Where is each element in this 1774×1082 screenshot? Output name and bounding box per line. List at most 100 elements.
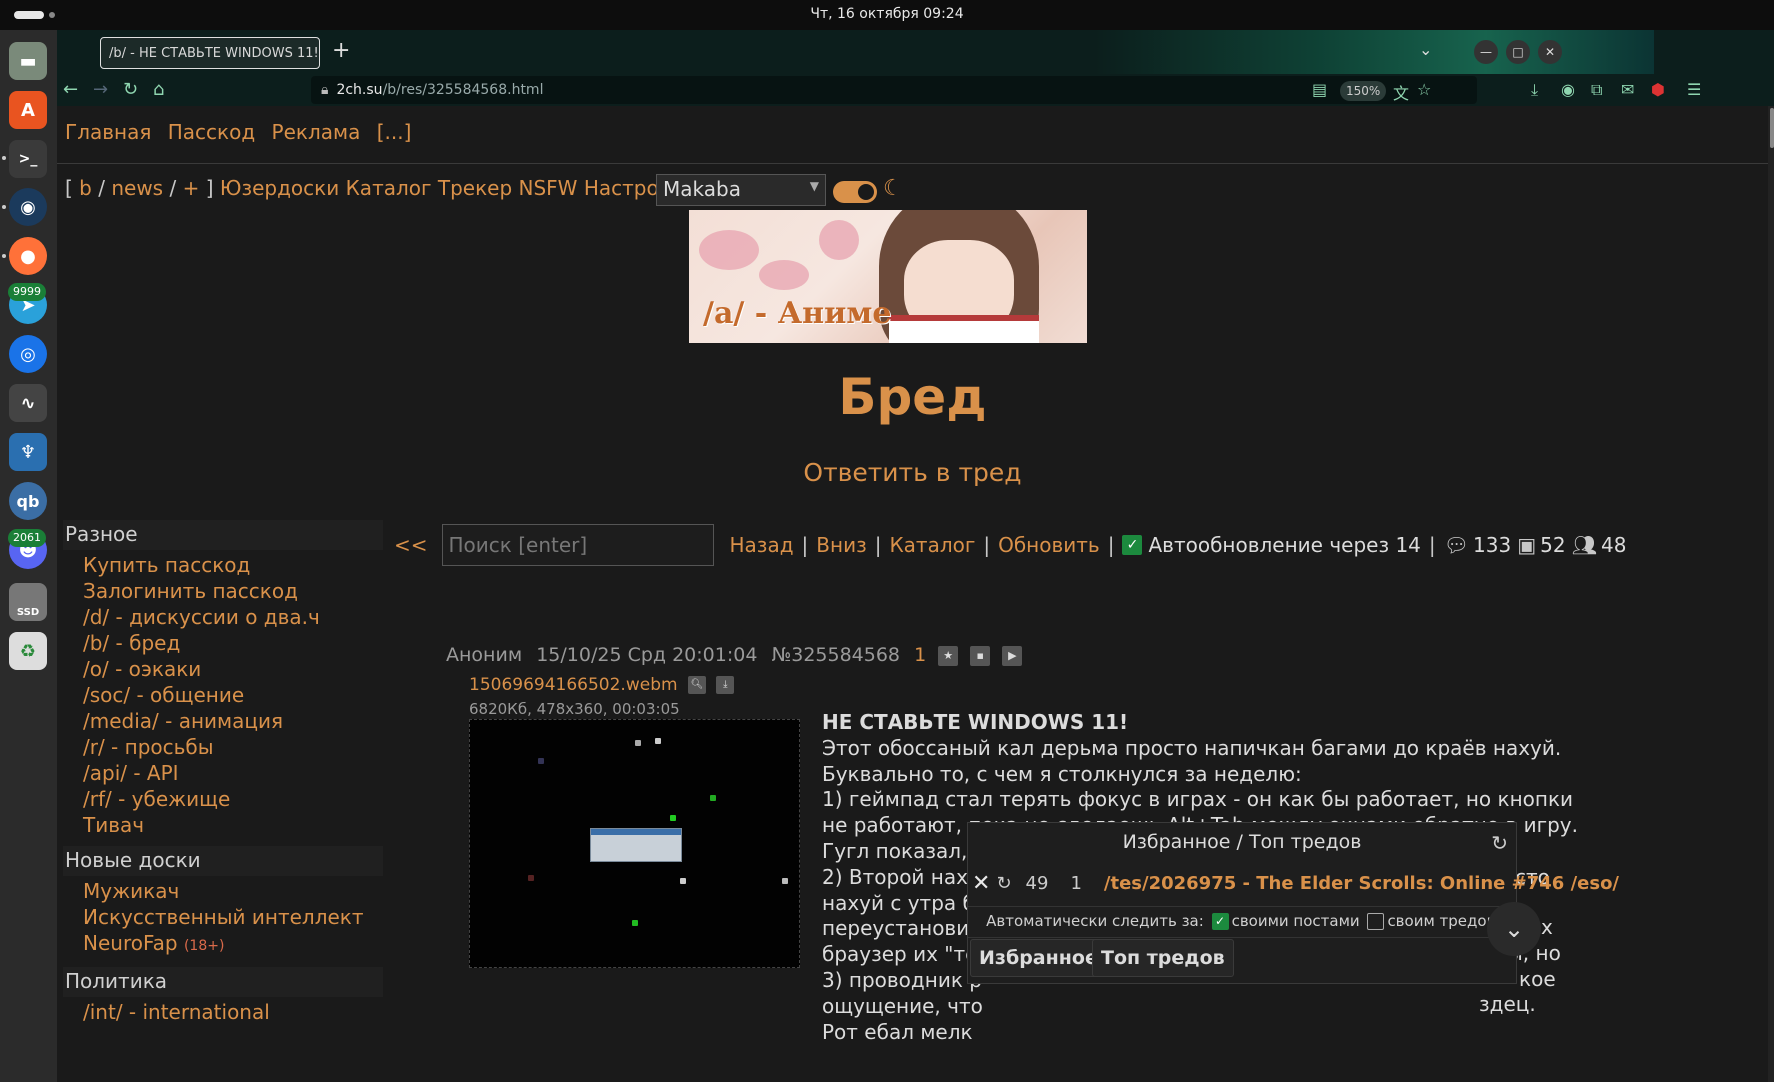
nav-catalog[interactable]: Каталог — [346, 176, 432, 200]
sidebar-item[interactable]: Мужикач — [83, 878, 383, 904]
reader-view-icon[interactable]: ▤ — [1312, 80, 1327, 99]
downloads-icon[interactable]: ⤓ — [1531, 80, 1538, 100]
board-link-b[interactable]: b — [79, 176, 92, 200]
scroll-down-button[interactable]: ⌄ — [1487, 902, 1541, 956]
sidebar-section-title: Новые доски — [63, 846, 383, 876]
close-window-button[interactable]: ✕ — [1538, 40, 1562, 64]
remove-favorite-icon[interactable]: ✕ — [972, 871, 990, 896]
trash-icon[interactable]: ♻ — [9, 632, 47, 670]
style-select[interactable]: Makaba ▼ — [656, 174, 826, 206]
account-icon[interactable]: ◉ — [1561, 80, 1575, 99]
hide-post-icon[interactable]: ▪ — [970, 645, 991, 666]
board-nav: [ b / news / + ] Юзердоски Каталог Треке… — [65, 176, 697, 200]
sidebar-item[interactable]: Тивач — [83, 812, 383, 838]
nav-tracker[interactable]: Трекер — [438, 176, 512, 200]
board-link-news[interactable]: news — [111, 176, 163, 200]
sidebar-item[interactable]: /rf/ - убежище — [83, 786, 383, 812]
favorite-star-icon[interactable]: ★ — [938, 645, 959, 666]
video-thumbnail[interactable] — [469, 719, 800, 968]
maximize-button[interactable]: □ — [1506, 40, 1530, 64]
chromium-icon[interactable]: ◎ — [9, 335, 47, 373]
sidebar-item[interactable]: /media/ - анимация — [83, 708, 383, 734]
system-monitor-icon[interactable]: ∿ — [9, 384, 47, 422]
back-arrow-icon[interactable]: ← — [63, 79, 78, 100]
play-icon[interactable]: ▶ — [1002, 645, 1023, 666]
menu-more[interactable]: [...] — [377, 120, 412, 144]
board-banner[interactable]: /a/ - Аниме — [689, 210, 1087, 343]
download-icon[interactable]: ⤓ — [716, 676, 735, 694]
nav-nsfw[interactable]: NSFW — [519, 176, 578, 200]
list-tabs-chevron-icon[interactable]: ⌄ — [1419, 40, 1432, 59]
extensions-icon[interactable]: ⧉ — [1591, 80, 1602, 100]
search-input[interactable]: Поиск [enter] — [441, 524, 714, 566]
tab-favorites[interactable]: Избранное — [970, 939, 1107, 977]
menu-ads[interactable]: Реклама — [272, 120, 361, 144]
sidebar-item[interactable]: Искусственный интеллект — [83, 904, 383, 930]
favorite-thread-link[interactable]: /tes/2026975 - The Elder Scrolls: Online… — [1104, 873, 1619, 894]
file-link[interactable]: 15069694166502.webm 🔍︎ ⤓ — [469, 675, 735, 695]
divider — [57, 163, 1768, 164]
ublock-icon[interactable]: ⬢ — [1651, 80, 1665, 99]
translate-icon[interactable]: 文 — [1393, 80, 1409, 104]
running-indicator — [2, 205, 6, 209]
separator: | — [983, 533, 991, 557]
search-image-icon[interactable]: 🔍︎ — [687, 676, 706, 694]
reload-thread-icon[interactable]: ↻ — [996, 873, 1011, 894]
nav-userboards[interactable]: Юзердоски — [220, 176, 339, 200]
watch-own-posts-checkbox[interactable]: ✓ — [1211, 913, 1229, 930]
sidebar-item[interactable]: /o/ - оэкаки — [83, 656, 383, 682]
refresh-link[interactable]: Обновить — [998, 533, 1100, 557]
sidebar-item[interactable]: /r/ - просьбы — [83, 734, 383, 760]
files-icon[interactable]: ▬ — [9, 42, 47, 80]
tab-top-threads[interactable]: Топ тредов — [1092, 939, 1234, 977]
sidebar-item-neurofap[interactable]: NeuroFap (18+) — [83, 930, 383, 959]
reload-icon[interactable]: ↻ — [123, 79, 138, 100]
steam-icon[interactable]: ◉ — [9, 188, 47, 226]
down-link[interactable]: Вниз — [816, 533, 866, 557]
page-scrollbar[interactable] — [1768, 106, 1774, 1082]
url-bar[interactable]: 🔒︎ 2ch.su /b/res/325584568.html — [311, 76, 1477, 104]
ssd-icon[interactable]: SSD — [9, 583, 47, 621]
scrollbar-thumb[interactable] — [1770, 108, 1774, 148]
bookmark-star-icon[interactable]: ☆ — [1417, 80, 1431, 99]
watch-own-thread-checkbox[interactable] — [1367, 913, 1385, 930]
home-icon[interactable]: ⌂ — [153, 79, 164, 100]
system-clock[interactable]: Чт, 16 октября 09:24 — [0, 6, 1774, 22]
new-tab-button[interactable]: + — [332, 38, 350, 63]
refresh-icon[interactable]: ↻ — [1491, 831, 1508, 855]
back-arrows-link[interactable]: << — [394, 533, 428, 557]
addon-icon[interactable]: ✉ — [1621, 80, 1634, 99]
catalog-link[interactable]: Каталог — [889, 533, 975, 557]
top-menu: Главная Пасскод Реклама [...] — [65, 120, 421, 144]
minimize-button[interactable]: — — [1474, 40, 1498, 64]
theme-toggle[interactable] — [833, 181, 877, 203]
sidebar-item[interactable]: /api/ - API — [83, 760, 383, 786]
wine-icon[interactable]: ♆ — [9, 433, 47, 471]
posters-count: 48 — [1600, 533, 1627, 557]
zoom-level[interactable]: 150% — [1340, 81, 1387, 101]
forward-arrow-icon[interactable]: → — [93, 79, 108, 100]
tab-title: /b/ - НЕ СТАВЬТЕ WINDOWS 11! — [109, 45, 319, 61]
back-link[interactable]: Назад — [730, 533, 794, 557]
post-line: Этот обоссаный кал дерьма просто напичка… — [822, 735, 1562, 760]
auto-update-checkbox[interactable]: ✓ — [1122, 535, 1143, 555]
sidebar-item[interactable]: Залогинить пасскод — [83, 578, 383, 604]
menu-passcode[interactable]: Пасскод — [168, 120, 255, 144]
firefox-icon[interactable]: ● — [9, 237, 47, 275]
appstore-icon[interactable]: A — [9, 91, 47, 129]
board-link-plus[interactable]: + — [183, 176, 200, 200]
sidebar-item[interactable]: /int/ - international — [83, 999, 383, 1025]
menu-home[interactable]: Главная — [65, 120, 151, 144]
sidebar-item[interactable]: /b/ - бред — [83, 630, 383, 656]
line-tail: кое — [1519, 966, 1556, 991]
tab-active[interactable]: ⚡ /b/ - НЕ СТАВЬТЕ WINDOWS 11! × — [100, 37, 320, 69]
sidebar-item[interactable]: /d/ - дискуссии о два.ч — [83, 604, 383, 630]
qbittorrent-icon[interactable]: qb — [9, 482, 47, 520]
sidebar-item[interactable]: /soc/ - общение — [83, 682, 383, 708]
post-number[interactable]: №325584568 — [771, 644, 900, 666]
reply-link[interactable]: Ответить в тред — [57, 458, 1768, 487]
sidebar-item[interactable]: Купить пасскод — [83, 552, 383, 578]
menu-icon[interactable]: ☰ — [1687, 80, 1701, 99]
tab-close-icon[interactable]: × — [319, 46, 320, 61]
terminal-icon[interactable]: >_ — [9, 140, 47, 178]
